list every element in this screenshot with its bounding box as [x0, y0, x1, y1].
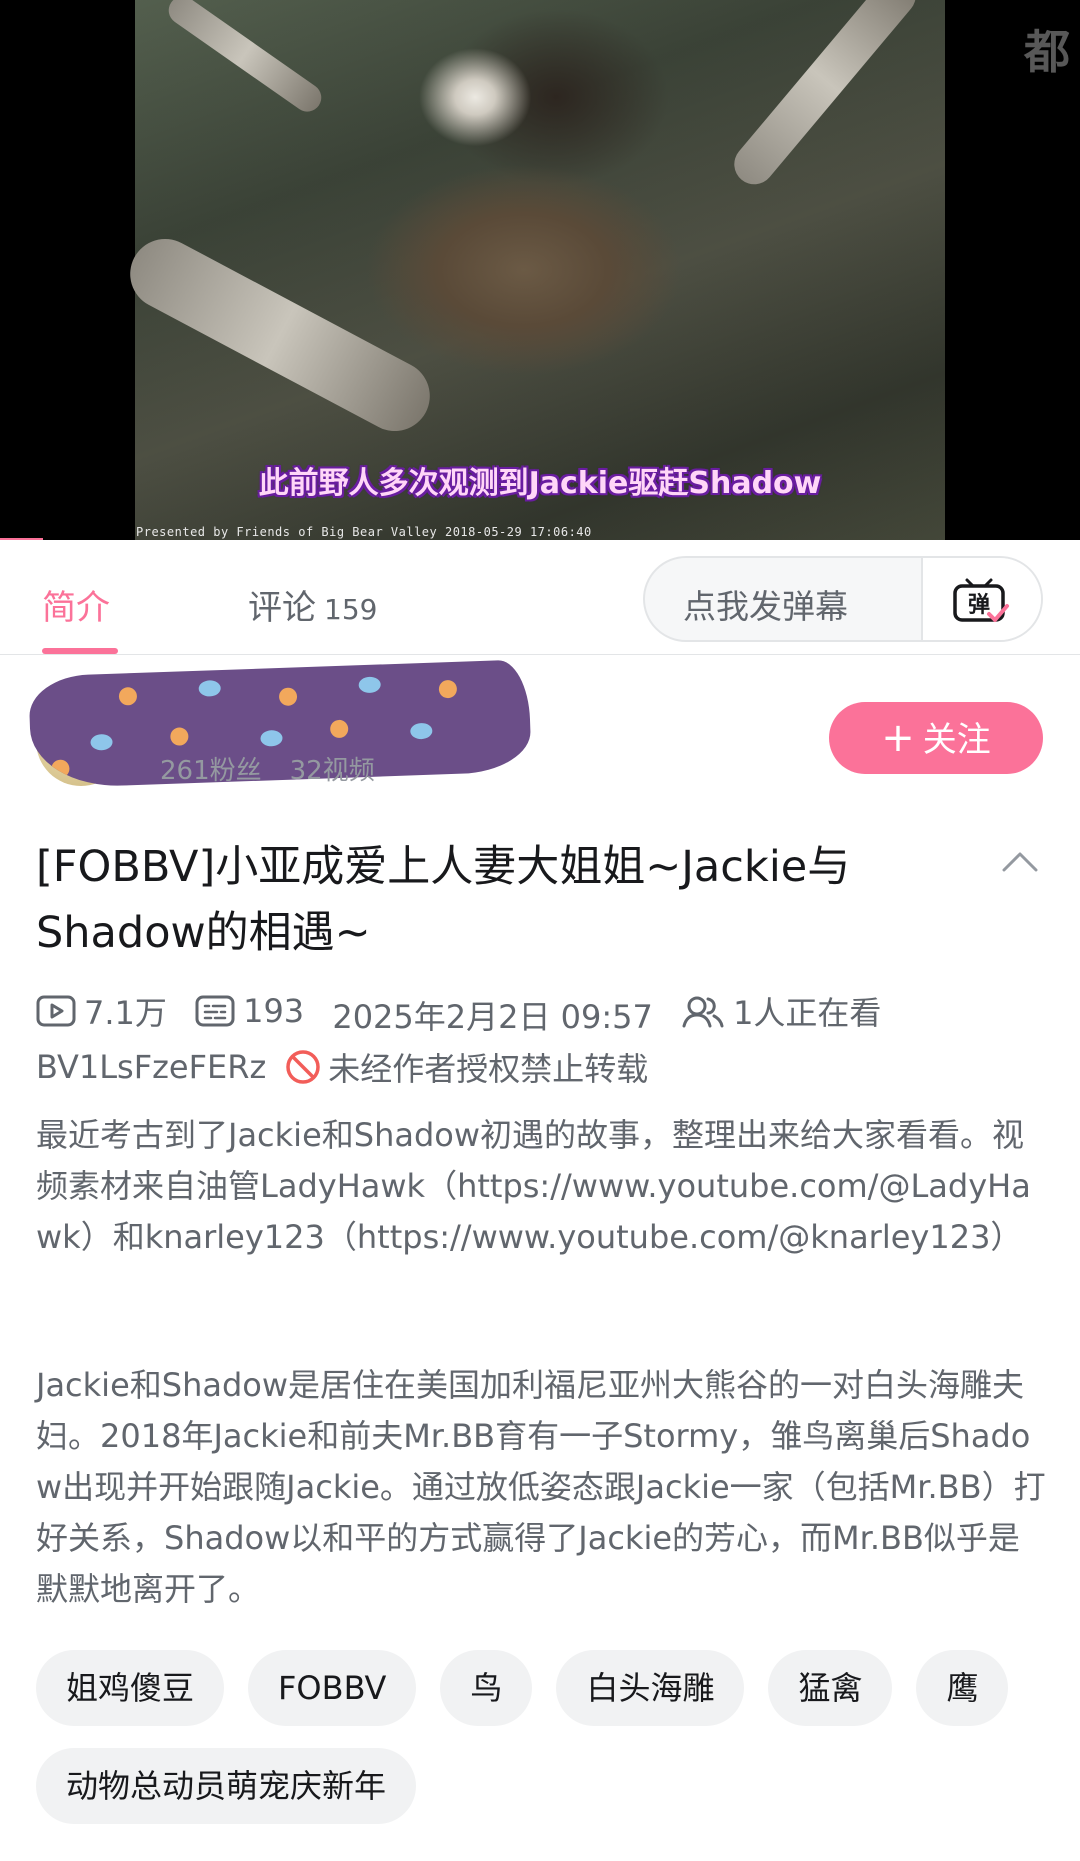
tag-item[interactable]: 白头海雕	[556, 1650, 745, 1726]
tag-item[interactable]: 鹰	[916, 1650, 1009, 1726]
active-tab-indicator	[42, 648, 118, 654]
watching-count: 1人正在看	[733, 994, 882, 1032]
video-title: [FOBBV]小亚成爱上人妻大姐姐~Jackie与Shadow的相遇~	[36, 842, 851, 958]
description-paragraph-2: Jackie和Shadow是居住在美国加利福尼亚州大熊谷的一对白头海雕夫妇。20…	[36, 1366, 1046, 1608]
uploader-stats: 261粉丝 32视频	[160, 750, 403, 787]
danmaku-count: 193	[243, 992, 305, 1030]
tab-intro[interactable]: 简介	[42, 580, 110, 629]
danmaku-toggle-icon: 弹	[953, 578, 1009, 622]
copyright-notice: 未经作者授权禁止转载	[328, 1050, 649, 1088]
danmaku-input[interactable]: 点我发弹幕 弹	[643, 556, 1043, 642]
video-credit: Presented by Friends of Big Bear Valley …	[136, 525, 592, 539]
follow-button[interactable]: + 关注	[829, 702, 1043, 774]
plus-icon: +	[881, 715, 915, 761]
comments-count: 159	[324, 593, 378, 626]
watching-icon	[682, 996, 724, 1028]
tab-bar: 简介 评论 159 点我发弹幕 弹	[0, 542, 1080, 655]
danmaku-glyph: 弹	[968, 593, 990, 618]
uploader-videos: 32视频	[289, 756, 375, 786]
uploader-row: 261粉丝 32视频 + 关注	[0, 659, 1080, 790]
publish-time: 2025年2月2日 09:57	[332, 998, 653, 1036]
danmaku-count-icon	[195, 995, 235, 1027]
danmaku-toggle-button[interactable]: 弹	[921, 558, 1041, 640]
play-count-icon	[36, 995, 76, 1027]
danmaku-placeholder: 点我发弹幕	[683, 587, 848, 626]
uploader-fans: 261粉丝	[160, 756, 262, 786]
bvid[interactable]: BV1LsFzeFERz	[36, 1048, 266, 1086]
tag-item[interactable]: 鸟	[440, 1650, 533, 1726]
video-subtitle: 此前野人多次观测到Jackie驱赶Shadow	[258, 466, 822, 501]
video-meta-2: BV1LsFzeFERz 未经作者授权禁止转载	[36, 1044, 648, 1090]
tab-comments[interactable]: 评论 159	[248, 580, 377, 629]
video-progress-bar[interactable]	[0, 538, 44, 540]
follow-label: 关注	[922, 720, 991, 760]
tag-item[interactable]: 动物总动员萌宠庆新年	[36, 1748, 417, 1824]
video-player[interactable]: 都 此前野人多次观测到Jackie驱赶Shadow Presented by F…	[0, 0, 1080, 540]
corner-watermark: 都	[1024, 25, 1070, 79]
tab-comments-label: 评论	[248, 588, 316, 628]
chevron-up-icon[interactable]	[1000, 848, 1040, 874]
tab-intro-label: 简介	[42, 588, 110, 628]
tag-item[interactable]: 猛禽	[768, 1650, 893, 1726]
video-meta: 7.1万 193 2025年2月2日 09:57 1人正在看	[36, 988, 1056, 1038]
description-paragraph-1: 最近考古到了Jackie和Shadow初遇的故事，整理出来给大家看看。视频素材来…	[36, 1116, 1031, 1256]
forbidden-icon	[286, 1050, 321, 1084]
tag-list: 姐鸡傻豆 FOBBV 鸟 白头海雕 猛禽 鹰 动物总动员萌宠庆新年	[36, 1650, 1046, 1824]
tag-item[interactable]: 姐鸡傻豆	[36, 1650, 225, 1726]
view-count: 7.1万	[84, 994, 167, 1032]
tag-item[interactable]: FOBBV	[248, 1650, 417, 1726]
